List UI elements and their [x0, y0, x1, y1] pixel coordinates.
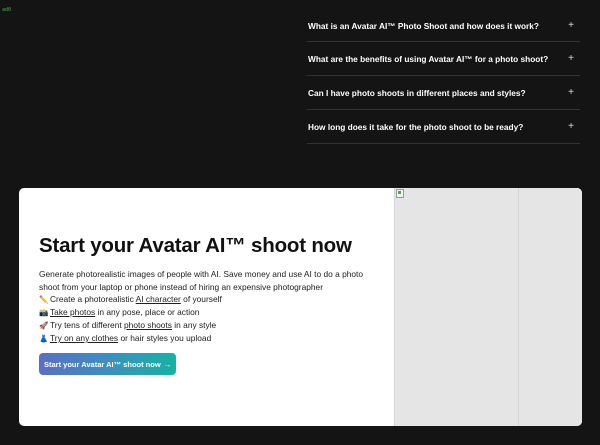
- plus-icon[interactable]: +: [568, 53, 580, 64]
- feature-text: Create a photorealistic: [50, 294, 136, 304]
- cta-content: Start your Avatar AI™ shoot now Generate…: [39, 234, 389, 375]
- feature-text: of yourself: [180, 294, 222, 304]
- faq-item[interactable]: How long does it take for the photo shoo…: [307, 110, 580, 144]
- plus-icon[interactable]: +: [568, 20, 580, 31]
- plus-icon[interactable]: +: [568, 121, 580, 132]
- cta-card: Start your Avatar AI™ shoot now Generate…: [19, 188, 582, 426]
- feature-list: ✏️ Create a photorealistic AI character o…: [39, 293, 389, 345]
- feature-text: or hair styles you upload: [118, 333, 212, 343]
- feature-item: 🚀 Try tens of different photo shoots in a…: [39, 319, 389, 332]
- faq-question: What is an Avatar AI™ Photo Shoot and ho…: [308, 20, 539, 31]
- feature-item: 👗 Try on any clothes or hair styles you u…: [39, 332, 389, 345]
- faq-question: What are the benefits of using Avatar AI…: [308, 53, 549, 64]
- photo-shoots-link[interactable]: photo shoots: [124, 320, 172, 330]
- cta-description: Generate photorealistic images of people…: [39, 269, 364, 292]
- image-gallery: [394, 188, 582, 426]
- try-on-clothes-link[interactable]: Try on any clothes: [50, 333, 118, 343]
- faq-question: Can I have photo shoots in different pla…: [308, 87, 526, 98]
- faq-question: How long does it take for the photo shoo…: [308, 121, 524, 132]
- arrow-right-icon: →: [163, 359, 172, 369]
- faq-item[interactable]: What is an Avatar AI™ Photo Shoot and ho…: [307, 10, 580, 42]
- dress-icon: 👗: [39, 334, 49, 343]
- start-shoot-button[interactable]: Start your Avatar AI™ shoot now →: [39, 353, 177, 375]
- camera-icon: 📸: [39, 308, 49, 317]
- broken-image-icon: [396, 189, 404, 198]
- ai-character-link[interactable]: AI character: [136, 294, 181, 304]
- rocket-icon: 🚀: [39, 321, 49, 330]
- feature-item: ✏️ Create a photorealistic AI character o…: [39, 293, 389, 306]
- start-shoot-button-label: Start your Avatar AI™ shoot now: [44, 359, 161, 369]
- gallery-column: [519, 188, 582, 426]
- faq-item[interactable]: What are the benefits of using Avatar AI…: [307, 42, 580, 76]
- cta-title: Start your Avatar AI™ shoot now: [39, 234, 352, 257]
- gallery-column: [457, 188, 519, 426]
- feature-text: in any pose, place or action: [95, 307, 200, 317]
- faq-item[interactable]: Can I have photo shoots in different pla…: [307, 76, 580, 110]
- take-photos-link[interactable]: Take photos: [50, 307, 95, 317]
- feature-item: 📸 Take photos in any pose, place or actio…: [39, 306, 389, 319]
- plus-icon[interactable]: +: [568, 87, 580, 98]
- gallery-column: [394, 188, 458, 426]
- feature-text: Try tens of different: [50, 320, 125, 330]
- faq-list: What is an Avatar AI™ Photo Shoot and ho…: [307, 10, 580, 144]
- feature-text: in any style: [171, 320, 217, 330]
- pencil-icon: ✏️: [39, 295, 49, 304]
- corner-mark: ad0: [2, 7, 12, 13]
